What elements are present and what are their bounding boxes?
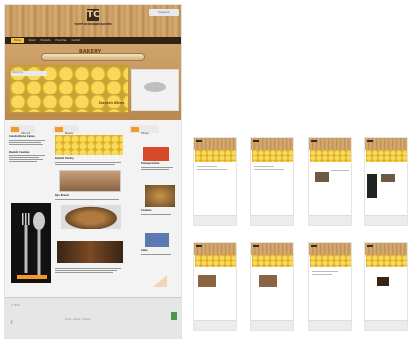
- corner-triangle: [153, 275, 167, 287]
- bread-plate-image: [61, 205, 121, 229]
- footer-links[interactable]: Home | About | Contact: [65, 318, 91, 321]
- hero-title: BAKERY: [79, 49, 102, 55]
- col1-heading1: Celebrations Cakes: [9, 135, 35, 138]
- col1-text: Celebrations Cakes Danish Cookies: [9, 135, 49, 163]
- facebook-icon[interactable]: facebook: [149, 9, 179, 16]
- col2-heading1: Danish Pastry: [55, 157, 74, 160]
- thumb-page-3[interactable]: [308, 137, 352, 226]
- cookies-image: [57, 241, 123, 263]
- footer-copyright: © Tante: [11, 304, 20, 307]
- col2-text3: [55, 267, 125, 274]
- nav-item-home[interactable]: Home: [11, 38, 24, 43]
- col1-heading2: Danish Cookies: [9, 150, 30, 154]
- col3-image3: [145, 233, 169, 247]
- site-logo[interactable]: TC ТАНТЕ ИСЛАНДИЯ БАКЕРИ: [71, 9, 115, 31]
- col2-text: Danish Pastry: [55, 157, 125, 166]
- hero-product-label: Danish Bites: [99, 101, 125, 105]
- thumb-page-7[interactable]: [308, 242, 352, 331]
- tab-label: Shop: [141, 131, 149, 135]
- col2-text2: Rye Bread: [55, 194, 125, 201]
- tab-col3[interactable]: Shop: [129, 125, 159, 135]
- thumb-page-5[interactable]: [193, 242, 237, 331]
- logo-text: ТАНТЕ ИСЛАНДИЯ БАКЕРИ: [74, 23, 112, 26]
- thumb-page-6[interactable]: [250, 242, 294, 331]
- nav-item-products[interactable]: Products: [41, 39, 51, 42]
- thumb-page-4[interactable]: [364, 137, 408, 226]
- nav-item-franchise[interactable]: Franchise: [56, 39, 67, 42]
- thumb-page-1[interactable]: [193, 137, 237, 226]
- col3-text2: Cookies: [141, 209, 179, 216]
- badge-icon: [171, 312, 177, 320]
- tab-col1[interactable]: About: [9, 125, 35, 135]
- nav-item-about[interactable]: About: [29, 39, 36, 42]
- fork-icon: [17, 212, 47, 279]
- hero-label: Welcome: [11, 71, 47, 76]
- col3-image2: [145, 185, 175, 207]
- tab-col2[interactable]: News: [53, 125, 79, 135]
- logo-icon: TC: [87, 9, 100, 21]
- footer: © Tante f Home | About | Contact: [5, 297, 181, 338]
- nav-item-contact[interactable]: Contact: [71, 39, 80, 42]
- pastry-image: [59, 170, 121, 192]
- col3-heading3: Cake: [141, 249, 148, 252]
- col3-text3: Cake: [141, 249, 179, 256]
- col2-honeycomb: [55, 135, 123, 155]
- cutlery-image: [11, 203, 51, 283]
- col2-heading2: Rye Bread: [55, 194, 69, 197]
- main-nav: Home About Products Franchise Contact: [5, 37, 181, 44]
- col3-text1: Pumpernickel: [141, 162, 179, 171]
- thumb-page-8[interactable]: [364, 242, 408, 331]
- col3-image1: [143, 147, 169, 161]
- main-page-mockup: TC ТАНТЕ ИСЛАНДИЯ БАКЕРИ facebook Home A…: [4, 4, 182, 339]
- col3-heading2: Cookies: [141, 209, 152, 212]
- col3-heading1: Pumpernickel: [141, 162, 160, 165]
- thumb-page-2[interactable]: [250, 137, 294, 226]
- hero-side-image: [131, 69, 179, 111]
